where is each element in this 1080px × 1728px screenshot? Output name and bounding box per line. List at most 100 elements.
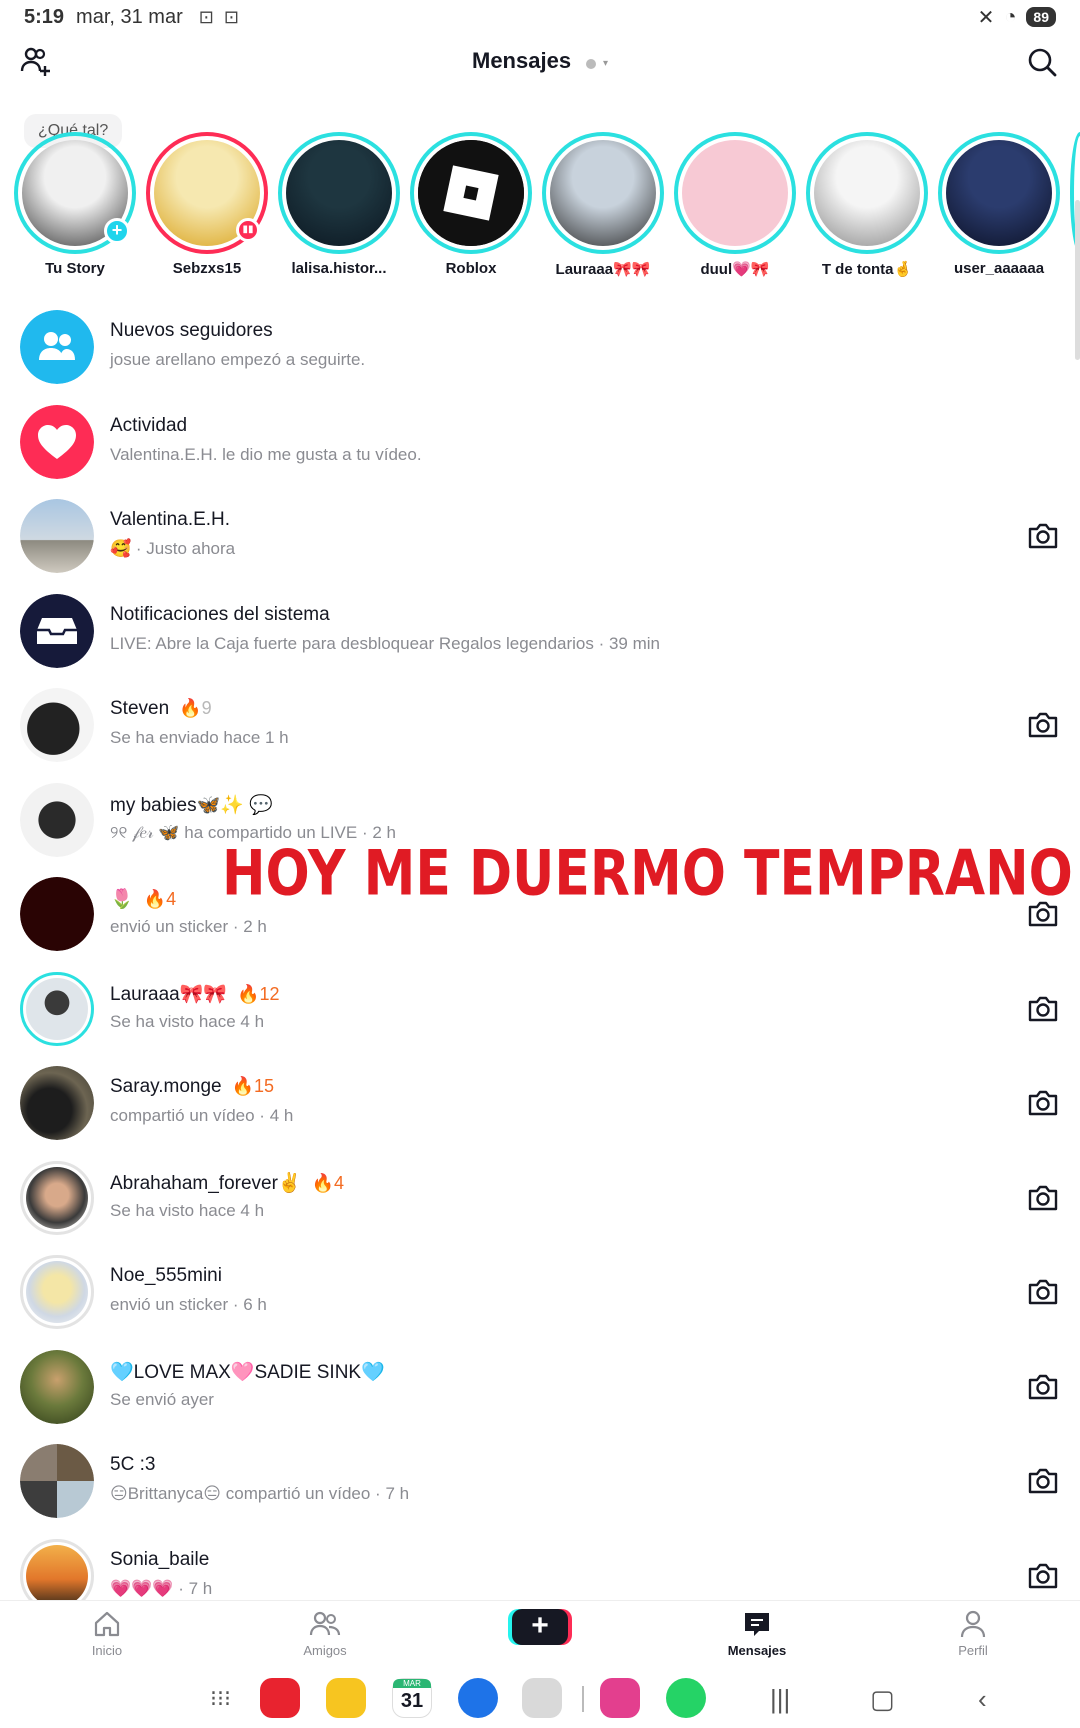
- calendar-app-icon[interactable]: MAR 31: [392, 1678, 432, 1718]
- messages-app-icon[interactable]: [458, 1678, 498, 1718]
- conversation-row[interactable]: Abrahaham_forever✌️ 🔥4 Se ha visto hace 4 …: [0, 1151, 1080, 1246]
- story-item[interactable]: Roblox: [406, 132, 536, 277]
- contact-name: Saray.monge: [110, 1076, 222, 1097]
- conversation-title: Notificaciones del sistema: [110, 604, 330, 626]
- contact-name: 🌷: [110, 889, 134, 910]
- messages-header: Mensajes ▾: [0, 36, 1080, 92]
- camera-icon[interactable]: [1026, 519, 1060, 553]
- conversation-avatar[interactable]: [20, 310, 94, 384]
- conversation-title: 5C :3: [110, 1454, 155, 1476]
- avatar-image: [20, 310, 94, 384]
- avatar-image: [20, 877, 94, 951]
- conversation-row[interactable]: Noe_555mini envió un sticker · 6 h: [0, 1245, 1080, 1340]
- avatar-image: [26, 1261, 88, 1323]
- story-item[interactable]: duul💗🎀: [670, 132, 800, 278]
- conversation-title: Noe_555mini: [110, 1265, 222, 1287]
- app-drawer-icon[interactable]: ⁝⁝⁝: [210, 1686, 231, 1712]
- back-icon[interactable]: ‹: [978, 1684, 987, 1715]
- avatar-image: [20, 593, 94, 668]
- story-item[interactable]: T de tonta🤞: [802, 132, 932, 278]
- story-ring: [938, 132, 1060, 254]
- camera-icon[interactable]: [1026, 1464, 1060, 1498]
- camera-icon[interactable]: [1026, 1559, 1060, 1593]
- avatar-image: [26, 977, 88, 1040]
- live-badge-icon: ▮▮: [236, 218, 260, 242]
- conversation-row[interactable]: Steven 🔥9 Se ha enviado hace 1 h: [0, 678, 1080, 773]
- nav-profile[interactable]: Perfil: [918, 1609, 1028, 1658]
- profile-icon: [960, 1610, 986, 1638]
- screenshot-icon: ⊡: [223, 6, 239, 27]
- avatar-image: [26, 1166, 88, 1229]
- story-item[interactable]: lalisa.histor...: [274, 132, 404, 277]
- camera-icon[interactable]: [1026, 1086, 1060, 1120]
- conversation-row[interactable]: Saray.monge 🔥15 compartió un vídeo · 4 h: [0, 1056, 1080, 1151]
- conversation-avatar[interactable]: [20, 499, 94, 573]
- story-item[interactable]: + Tu Story: [10, 132, 140, 277]
- gallery-app-icon[interactable]: [600, 1678, 640, 1718]
- recents-icon[interactable]: |||: [770, 1684, 790, 1715]
- conversation-row[interactable]: Lauraaa🎀🎀 🔥12 Se ha visto hace 4 h: [0, 962, 1080, 1057]
- camera-app-icon[interactable]: [522, 1678, 562, 1718]
- story-item[interactable]: user_aaaaaa: [934, 132, 1064, 277]
- nav-messages[interactable]: Mensajes: [702, 1609, 812, 1658]
- contact-name: Actividad: [110, 414, 188, 436]
- conversation-avatar[interactable]: [20, 1255, 94, 1329]
- notes-app-icon[interactable]: [260, 1678, 300, 1718]
- whatsapp-app-icon[interactable]: [666, 1678, 706, 1718]
- story-item[interactable]: Lauraaa🎀🎀: [538, 132, 668, 278]
- status-time: 5:19: [24, 5, 65, 28]
- conversation-avatar[interactable]: [20, 404, 94, 479]
- conversation-avatar[interactable]: [20, 971, 94, 1046]
- friends-icon: [309, 1611, 341, 1636]
- conversation-row[interactable]: Actividad Valentina.E.H. le dio me gusta …: [0, 395, 1080, 490]
- conversation-row[interactable]: 5C :3 😑Brittanyca😑 compartió un vídeo · 7…: [0, 1434, 1080, 1529]
- conversation-avatar[interactable]: [20, 1444, 94, 1518]
- conversation-row[interactable]: Valentina.E.H. 🥰 · Justo ahora: [0, 489, 1080, 584]
- conversation-title: Nuevos seguidores: [110, 320, 273, 342]
- nav-home-label: Inicio: [91, 1643, 123, 1658]
- conversation-avatar[interactable]: [20, 877, 94, 951]
- wifi-icon: ◔: [1004, 5, 1017, 28]
- contact-name: Steven: [110, 698, 170, 719]
- camera-icon[interactable]: [1026, 1370, 1060, 1404]
- conversation-avatar[interactable]: [20, 688, 94, 762]
- story-item[interactable]: ▮▮ Sebzxs15: [142, 132, 272, 277]
- create-button[interactable]: +: [512, 1609, 568, 1645]
- story-avatar: [286, 140, 392, 246]
- conversation-avatar[interactable]: [20, 1160, 94, 1235]
- avatar-image: [26, 1544, 88, 1607]
- story-name: lalisa.histor...: [291, 260, 387, 277]
- nav-friends[interactable]: Amigos: [270, 1609, 380, 1658]
- conversation-avatar[interactable]: [20, 593, 94, 668]
- home-button-icon[interactable]: ▢: [870, 1684, 895, 1715]
- camera-icon[interactable]: [1026, 992, 1060, 1026]
- camera-icon[interactable]: [1026, 1275, 1060, 1309]
- camera-icon[interactable]: [1026, 708, 1060, 742]
- conversation-avatar[interactable]: [20, 1066, 94, 1140]
- search-icon[interactable]: [1024, 44, 1060, 80]
- story-avatar: [550, 140, 656, 246]
- story-ring: [410, 132, 532, 254]
- title-wrap[interactable]: Mensajes ▾: [0, 48, 1080, 74]
- contact-name: Notificaciones del sistema: [110, 603, 330, 625]
- camera-icon[interactable]: [1026, 1181, 1060, 1215]
- conversation-preview: josue arellano empezó a seguirte.: [110, 350, 366, 369]
- conversation-row[interactable]: 🩵LOVE MAX🩷SADIE SINK🩵 Se envió ayer: [0, 1340, 1080, 1435]
- contact-name: Abrahaham_forever✌️: [110, 1172, 302, 1194]
- avatar-image: [20, 782, 94, 857]
- nav-home[interactable]: Inicio: [52, 1609, 162, 1658]
- conversation-row[interactable]: Nuevos seguidores josue arellano empezó a…: [0, 300, 1080, 395]
- conversation-avatar[interactable]: [20, 1349, 94, 1424]
- conversation-title: Valentina.E.H.: [110, 509, 230, 531]
- conversation-row[interactable]: Notificaciones del sistema LIVE: Abre la …: [0, 584, 1080, 679]
- conversation-preview: Se envió ayer: [110, 1389, 214, 1409]
- conversation-title: 🩵LOVE MAX🩷SADIE SINK🩵: [110, 1360, 385, 1384]
- add-story-icon[interactable]: +: [104, 218, 130, 244]
- conversation-preview: envió un sticker · 6 h: [110, 1295, 267, 1314]
- files-app-icon[interactable]: [326, 1678, 366, 1718]
- stories-row: ¿Qué tal? + Tu Story ▮▮ Sebzxs15 lalisa.hist…: [0, 108, 1080, 278]
- story-avatar: [418, 140, 524, 246]
- home-icon: [94, 1611, 120, 1637]
- conversation-preview: 💗💗💗 · 7 h: [110, 1578, 213, 1598]
- conversation-avatar[interactable]: [20, 782, 94, 857]
